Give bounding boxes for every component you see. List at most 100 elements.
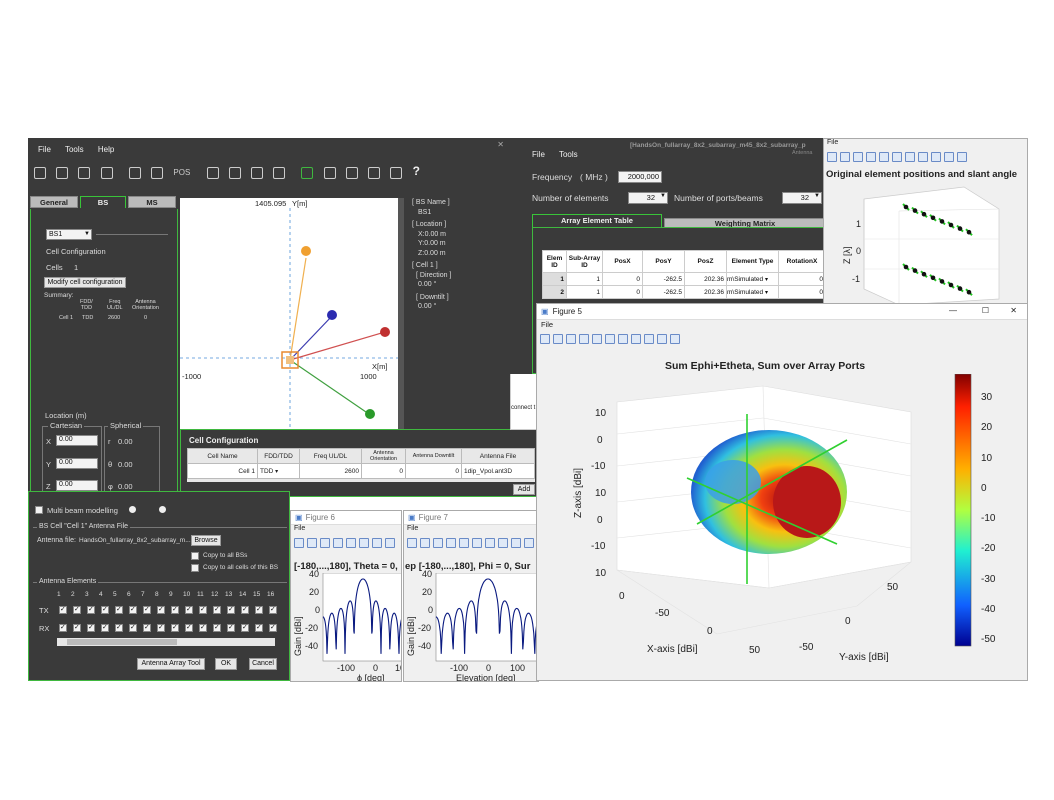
fdd-select[interactable]: TDD ▾ xyxy=(257,463,300,479)
new-ms-icon[interactable] xyxy=(56,166,69,179)
tx-element-checkbox[interactable]: ✓ xyxy=(255,606,263,614)
tx-element-checkbox[interactable]: ✓ xyxy=(269,606,277,614)
freq-value[interactable]: 2600 xyxy=(299,463,362,479)
position-icon[interactable] xyxy=(228,166,241,179)
rx-element-checkbox[interactable]: ✓ xyxy=(129,624,137,632)
menu-tools[interactable]: Tools xyxy=(65,145,84,154)
zoom-fit-icon[interactable] xyxy=(323,166,336,179)
tx-element-checkbox[interactable]: ✓ xyxy=(143,606,151,614)
menu-file[interactable]: File xyxy=(38,145,51,154)
antenna-array-tool-button[interactable]: Antenna Array Tool xyxy=(137,658,205,670)
tx-element-checkbox[interactable]: ✓ xyxy=(73,606,81,614)
minimize-icon[interactable]: — xyxy=(949,306,957,315)
bs-select[interactable]: BS1 ▼ xyxy=(46,229,92,240)
tab-array-element-table[interactable]: Array Element Table xyxy=(532,214,662,227)
cell-name-value[interactable]: Cell 1 xyxy=(187,463,258,479)
grid-icon[interactable] xyxy=(100,166,113,179)
device-icon[interactable] xyxy=(151,166,164,179)
export-icon[interactable] xyxy=(273,166,286,179)
ms-blue[interactable] xyxy=(327,310,337,320)
rx-element-checkbox[interactable]: ✓ xyxy=(87,624,95,632)
tx-element-checkbox[interactable]: ✓ xyxy=(115,606,123,614)
tab-bs[interactable]: BS xyxy=(80,196,126,208)
rx-element-checkbox[interactable]: ✓ xyxy=(213,624,221,632)
rotate-icon[interactable] xyxy=(206,166,219,179)
z-field[interactable]: 0.00 xyxy=(56,480,98,491)
antenna-icon[interactable] xyxy=(128,166,141,179)
ok-button[interactable]: OK xyxy=(215,658,237,670)
close-icon[interactable]: ✕ xyxy=(1010,306,1017,315)
help-icon[interactable]: ? xyxy=(413,164,420,178)
frequency-input[interactable]: 2000,000 xyxy=(618,171,662,183)
tx-element-checkbox[interactable]: ✓ xyxy=(185,606,193,614)
theta-field[interactable]: 0.00 xyxy=(118,460,133,469)
tx-element-checkbox[interactable]: ✓ xyxy=(171,606,179,614)
copy-all-bs-checkbox[interactable] xyxy=(191,552,199,560)
tab-ms[interactable]: MS xyxy=(128,196,176,208)
rx-element-checkbox[interactable]: ✓ xyxy=(185,624,193,632)
elements-scrollbar[interactable] xyxy=(57,638,275,646)
radio-2[interactable] xyxy=(159,506,166,513)
browse-button[interactable]: Browse xyxy=(191,535,221,546)
ms-red[interactable] xyxy=(380,327,390,337)
rx-element-checkbox[interactable]: ✓ xyxy=(59,624,67,632)
fig7-menu-file[interactable]: File xyxy=(404,525,538,536)
cancel-button[interactable]: Cancel xyxy=(249,658,277,670)
rx-element-checkbox[interactable]: ✓ xyxy=(143,624,151,632)
tx-element-checkbox[interactable]: ✓ xyxy=(129,606,137,614)
fig-orig-menu-file[interactable]: File xyxy=(824,139,1027,150)
antenna-file-value[interactable]: 1dip_Vpol.ant3D xyxy=(461,463,535,479)
downtilt-value[interactable]: 0 xyxy=(405,463,462,479)
ms-orange[interactable] xyxy=(301,246,311,256)
tab-general[interactable]: General xyxy=(30,196,78,208)
modify-cell-config-button[interactable]: Modify cell configuration xyxy=(44,277,126,288)
rx-element-checkbox[interactable]: ✓ xyxy=(227,624,235,632)
fig6-menu-file[interactable]: File xyxy=(291,525,401,536)
radio-1[interactable] xyxy=(129,506,136,513)
ms-green[interactable] xyxy=(365,409,375,419)
r-field[interactable]: 0.00 xyxy=(118,437,133,446)
rx-element-checkbox[interactable]: ✓ xyxy=(241,624,249,632)
maximize-icon[interactable]: ☐ xyxy=(982,306,989,315)
add-button[interactable]: Add xyxy=(513,484,535,495)
tx-element-checkbox[interactable]: ✓ xyxy=(59,606,67,614)
rx-element-checkbox[interactable]: ✓ xyxy=(115,624,123,632)
tx-element-checkbox[interactable]: ✓ xyxy=(199,606,207,614)
fig5-menu-file[interactable]: File xyxy=(537,320,1027,332)
table-row[interactable]: Cell 1 TDD ▾ 2600 0 0 1dip_Vpol.ant3D xyxy=(187,463,535,479)
tx-element-checkbox[interactable]: ✓ xyxy=(213,606,221,614)
array-menu-tools[interactable]: Tools xyxy=(559,150,578,159)
rx-element-checkbox[interactable]: ✓ xyxy=(101,624,109,632)
copy-all-cells-checkbox[interactable] xyxy=(191,564,199,572)
rx-element-checkbox[interactable]: ✓ xyxy=(73,624,81,632)
rx-element-checkbox[interactable]: ✓ xyxy=(199,624,207,632)
tx-element-checkbox[interactable]: ✓ xyxy=(227,606,235,614)
x-field[interactable]: 0.00 xyxy=(56,435,98,446)
array-menu-file[interactable]: File xyxy=(532,150,545,159)
tx-element-checkbox[interactable]: ✓ xyxy=(101,606,109,614)
new-bs-icon[interactable] xyxy=(34,166,46,179)
rx-element-checkbox[interactable]: ✓ xyxy=(157,624,165,632)
import-icon[interactable] xyxy=(78,166,91,179)
link-icon[interactable] xyxy=(251,166,264,179)
table-row[interactable]: 2 1 0 -262.5 202.36 m\Simulated ▾ 0 xyxy=(542,285,826,299)
rx-element-checkbox[interactable]: ✓ xyxy=(255,624,263,632)
close-icon[interactable]: ✕ xyxy=(497,140,504,149)
orientation-value[interactable]: 0 xyxy=(361,463,406,479)
zoom-out-icon[interactable] xyxy=(368,166,381,179)
num-ports-input[interactable]: 32 ▼ xyxy=(782,192,822,204)
phi-field[interactable]: 0.00 xyxy=(118,482,133,491)
menu-help[interactable]: Help xyxy=(98,145,114,154)
num-elements-input[interactable]: 32 ▼ xyxy=(628,192,668,204)
tx-element-checkbox[interactable]: ✓ xyxy=(87,606,95,614)
rx-element-checkbox[interactable]: ✓ xyxy=(171,624,179,632)
y-field[interactable]: 0.00 xyxy=(56,458,98,469)
tx-element-checkbox[interactable]: ✓ xyxy=(241,606,249,614)
tx-element-checkbox[interactable]: ✓ xyxy=(157,606,165,614)
rx-element-checkbox[interactable]: ✓ xyxy=(269,624,277,632)
view-icon[interactable] xyxy=(301,166,314,179)
multi-beam-checkbox[interactable] xyxy=(35,506,43,514)
table-row[interactable]: 1 1 0 -262.5 202.36 m\Simulated ▾ 0 xyxy=(542,272,826,286)
zoom-in-icon[interactable] xyxy=(345,166,358,179)
list-icon[interactable] xyxy=(390,166,403,179)
